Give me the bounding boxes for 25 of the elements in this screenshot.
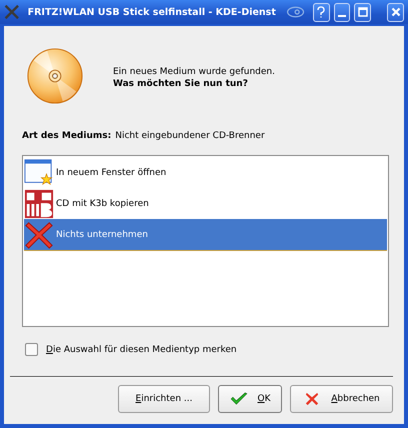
minimize-icon <box>338 14 346 16</box>
cd-icon <box>26 47 84 105</box>
minimize-button[interactable] <box>334 2 350 22</box>
help-button[interactable] <box>312 2 330 22</box>
action-item[interactable]: CD mit K3b kopieren <box>24 188 387 219</box>
question-text: Was möchten Sie nun tun? <box>113 79 249 89</box>
action-item[interactable]: In neuem Fenster öffnen <box>24 157 387 188</box>
close-icon <box>390 7 401 17</box>
remember-checkbox[interactable]: Die Auswahl für diesen Medientyp merken <box>25 343 237 356</box>
swirl-logo-icon <box>286 5 305 19</box>
message-text: Ein neues Medium wurde gefunden. <box>113 67 275 77</box>
medium-value: Nicht eingebundener CD-Brenner <box>115 131 265 141</box>
ok-button[interactable]: OK <box>218 385 282 413</box>
x-logo-icon <box>4 3 20 21</box>
cross-icon <box>24 220 54 250</box>
window-title: FRITZ!WLAN USB Stick selfinstall - KDE-Dienst <box>28 6 276 18</box>
maximize-icon <box>358 7 368 17</box>
medium-label: Art des Mediums: <box>22 131 112 141</box>
setup-button[interactable]: Einrichten ... <box>118 385 210 413</box>
cancel-button[interactable]: Abbrechen <box>290 385 393 413</box>
close-button[interactable] <box>387 2 404 22</box>
maximize-button[interactable] <box>354 2 372 22</box>
checkmark-icon <box>230 392 248 406</box>
action-item[interactable]: Nichts unternehmen <box>24 219 387 251</box>
question-mark-icon <box>316 6 326 18</box>
